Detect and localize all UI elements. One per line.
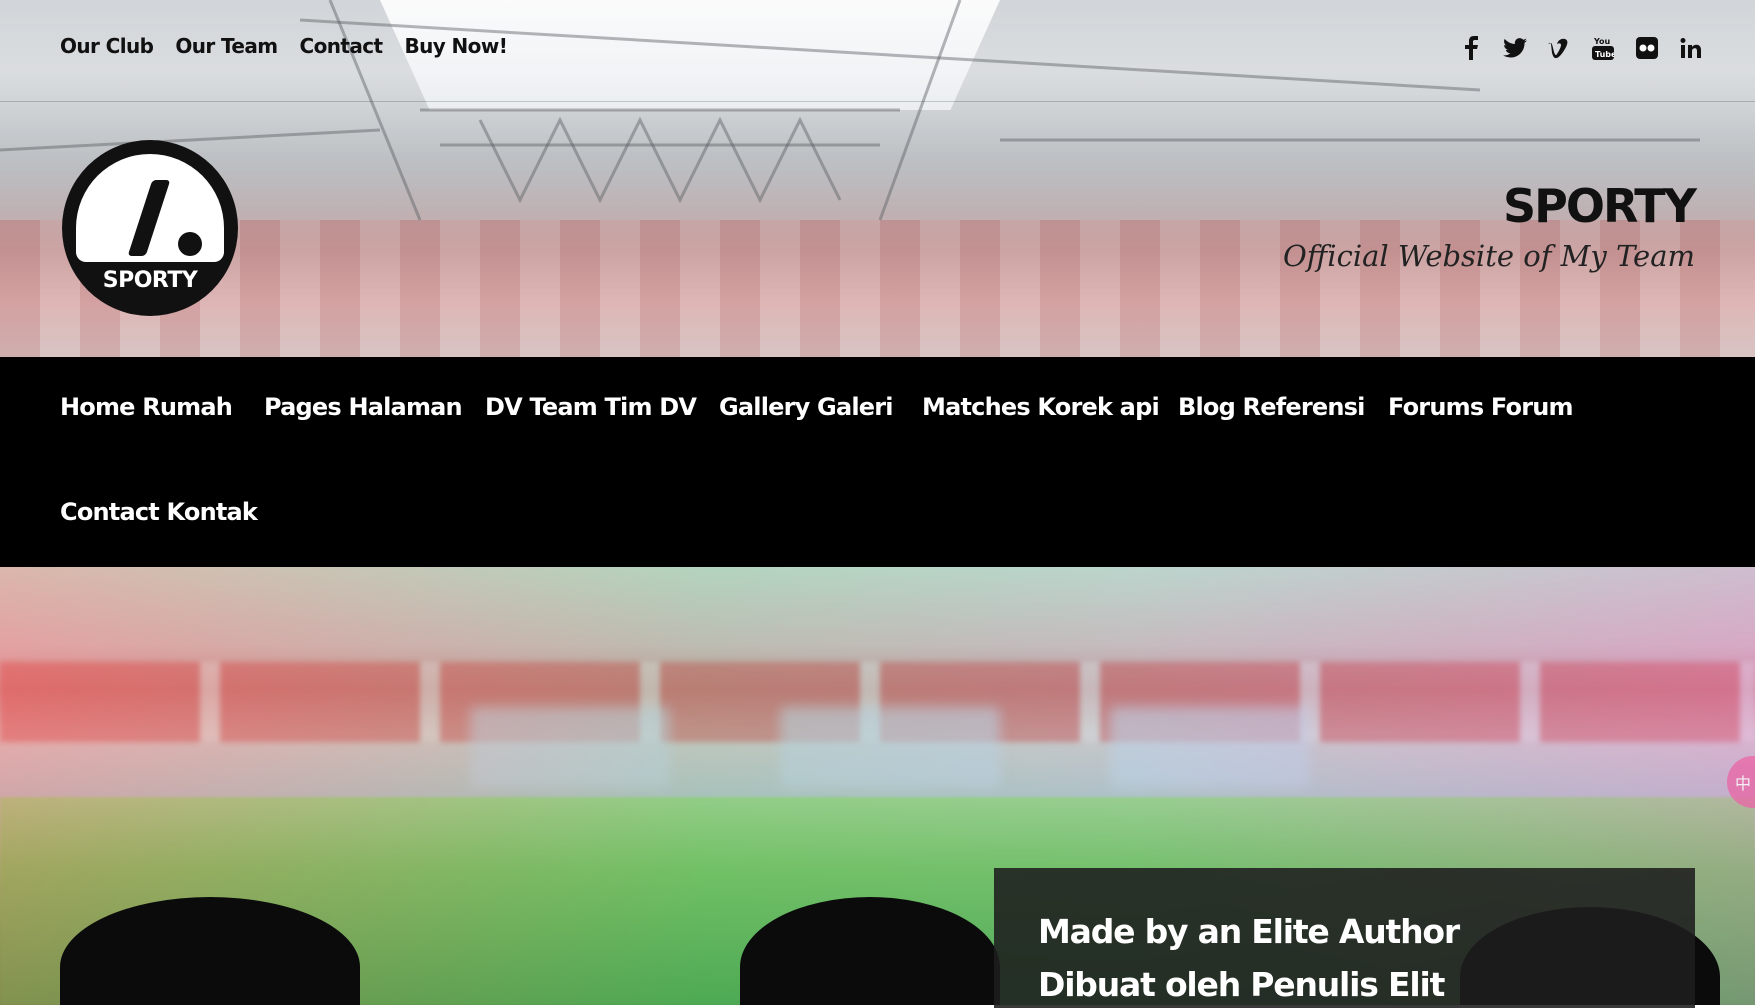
nav-item-matches[interactable]: Matches Korek api [922, 393, 1160, 421]
svg-text:Tube: Tube [1595, 50, 1614, 59]
logo-text: SPORTY [102, 268, 198, 293]
site-header: Our Club Our Team Contact Buy Now! You T… [0, 0, 1755, 357]
site-logo[interactable]: SPORTY [62, 140, 238, 316]
nav-item-contact[interactable]: Contact Kontak [60, 498, 258, 526]
toplink-our-club[interactable]: Our Club [60, 34, 154, 58]
logo-emblem [76, 154, 224, 262]
top-bar: Our Club Our Team Contact Buy Now! You T… [0, 0, 1755, 102]
hero-caption-line-1: Made by an Elite Author [1038, 912, 1460, 951]
social-links: You Tube [1459, 36, 1703, 60]
toplink-our-team[interactable]: Our Team [175, 34, 278, 58]
toplink-contact[interactable]: Contact [300, 34, 384, 58]
top-links: Our Club Our Team Contact Buy Now! [60, 34, 508, 58]
facebook-icon[interactable] [1459, 36, 1483, 60]
linkedin-icon[interactable] [1679, 36, 1703, 60]
nav-item-dv-team[interactable]: DV Team Tim DV [485, 393, 697, 421]
site-branding: SPORTY Official Website of My Team [1282, 183, 1697, 273]
hero-caption-line-2: Dibuat oleh Penulis Elit [1038, 965, 1445, 1004]
nav-item-forums[interactable]: Forums Forum [1388, 393, 1574, 421]
twitter-icon[interactable] [1503, 36, 1527, 60]
nav-item-home[interactable]: Home Rumah [60, 393, 233, 421]
site-tagline: Official Website of My Team [1282, 239, 1695, 273]
logo-dot-mark [178, 232, 202, 256]
nav-item-gallery[interactable]: Gallery Galeri [719, 393, 894, 421]
hero-caption-box: Made by an Elite Author Dibuat oleh Penu… [994, 868, 1695, 1008]
flickr-icon[interactable] [1635, 36, 1659, 60]
side-tab-label: 中 [1735, 774, 1752, 793]
youtube-icon[interactable]: You Tube [1591, 36, 1615, 60]
vimeo-icon[interactable] [1547, 36, 1571, 60]
toplink-buy-now[interactable]: Buy Now! [404, 34, 507, 58]
nav-item-blog[interactable]: Blog Referensi [1178, 393, 1365, 421]
logo-slash-mark [127, 180, 171, 256]
svg-text:You: You [1593, 37, 1611, 46]
main-navigation: Home Rumah Pages Halaman DV Team Tim DV … [0, 357, 1755, 567]
site-title[interactable]: SPORTY [1283, 183, 1697, 229]
nav-item-pages[interactable]: Pages Halaman [264, 393, 463, 421]
